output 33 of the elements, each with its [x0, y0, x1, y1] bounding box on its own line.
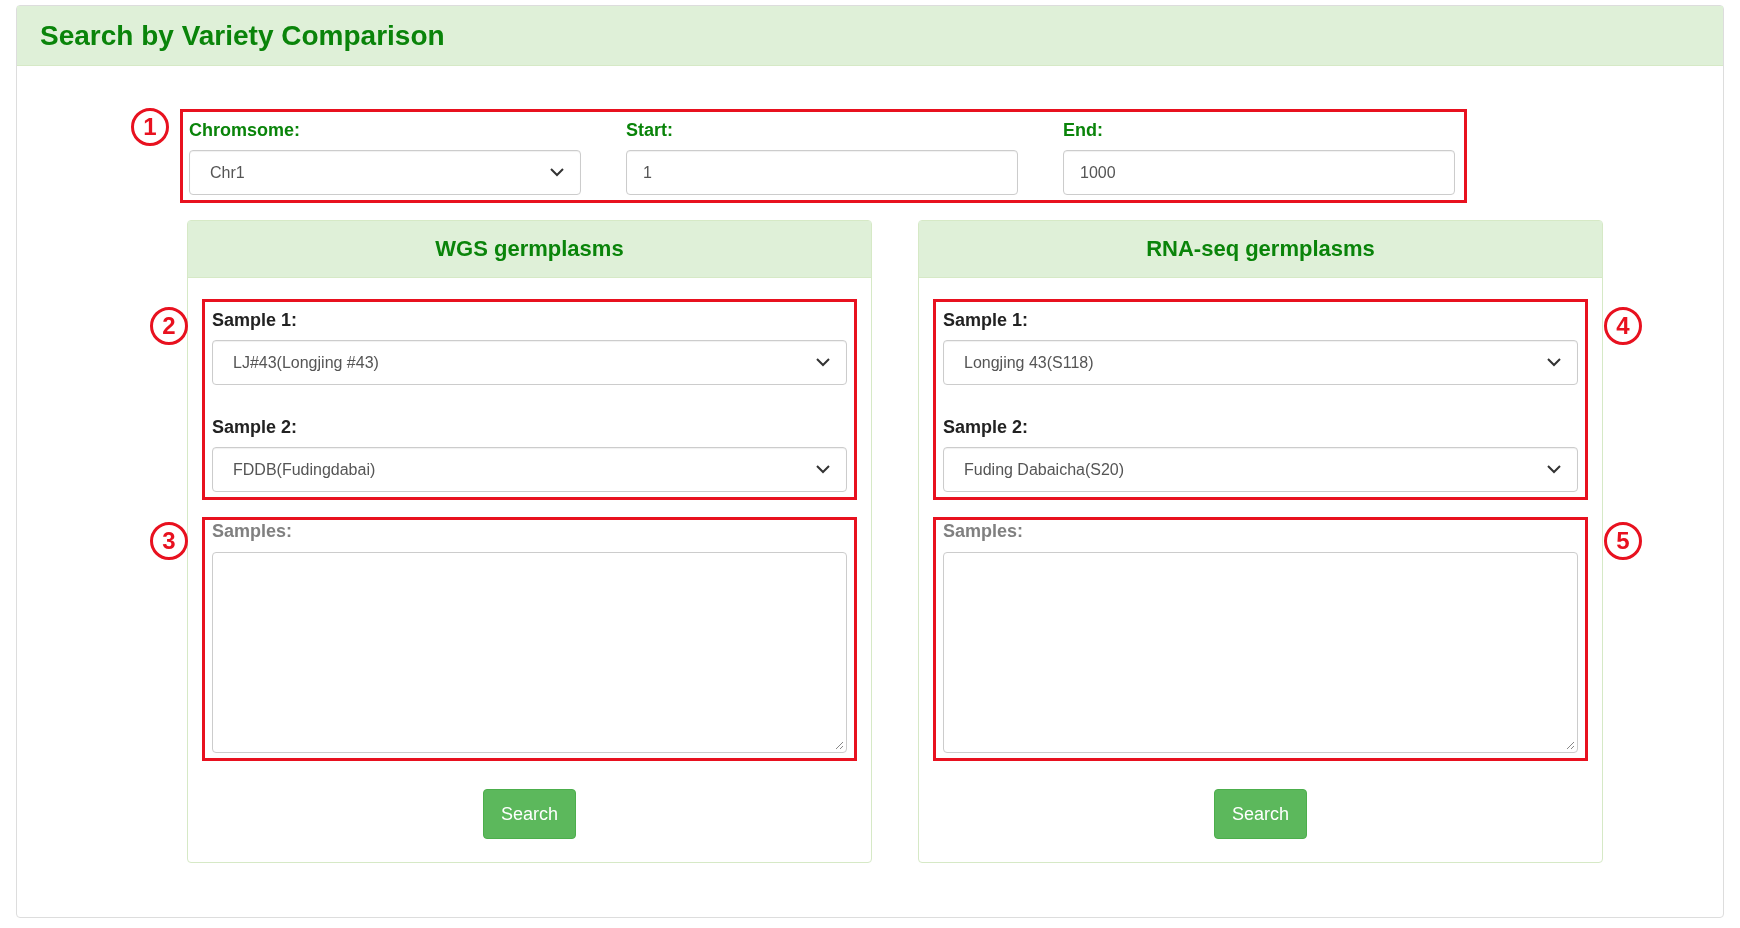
field-label: Sample 2:: [943, 416, 1030, 439]
samples-textarea[interactable]: [943, 552, 1578, 753]
field-label: Samples:: [943, 520, 1025, 542]
callout-number: 5: [1604, 522, 1642, 560]
resize-grip-icon: [1565, 740, 1575, 750]
callout-number: 2: [150, 307, 188, 345]
field-label: Sample 1:: [212, 309, 299, 332]
panel-title: WGS germplasms: [435, 236, 624, 262]
callout-number: 1: [131, 108, 169, 146]
dropdown[interactable]: Chr1: [189, 150, 581, 195]
chevron-down-icon: [816, 465, 830, 474]
field-label: Sample 1:: [943, 309, 1030, 332]
chevron-down-icon: [1547, 465, 1561, 474]
samples-textarea[interactable]: [212, 552, 847, 753]
chevron-down-icon: [816, 358, 830, 367]
chevron-down-icon: [550, 168, 564, 177]
panel-title: RNA-seq germplasms: [1146, 236, 1375, 262]
input-field[interactable]: 1: [626, 150, 1018, 195]
field-label: Samples:: [212, 520, 294, 542]
input-field[interactable]: 1000: [1063, 150, 1455, 195]
field-label: Sample 2:: [212, 416, 299, 439]
dropdown[interactable]: LJ#43(Longjing #43): [212, 340, 847, 385]
page-title: Search by Variety Comparison: [40, 19, 445, 52]
dropdown[interactable]: FDDB(Fudingdabai): [212, 447, 847, 492]
callout-number: 3: [150, 522, 188, 560]
chevron-down-icon: [1547, 358, 1561, 367]
dropdown[interactable]: Fuding Dabaicha(S20): [943, 447, 1578, 492]
field-label: Chromsome:: [189, 119, 301, 142]
field-label: End:: [1063, 119, 1104, 142]
resize-grip-icon: [834, 740, 844, 750]
callout-number: 4: [1604, 307, 1642, 345]
dropdown[interactable]: Longjing 43(S118): [943, 340, 1578, 385]
field-label: Start:: [626, 119, 674, 142]
